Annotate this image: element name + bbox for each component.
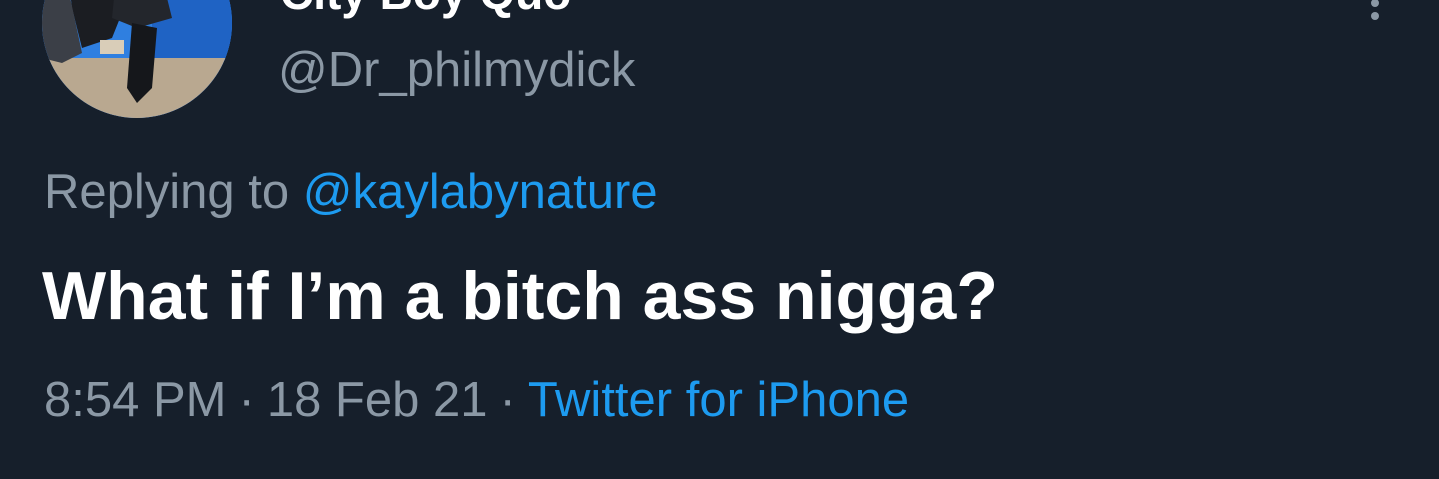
tweet-detail: City Boy Quo @Dr_philmydick Replying to … xyxy=(0,0,1439,479)
tweet-text: What if I’m a bitch ass nigga? xyxy=(42,258,998,334)
tweet-date[interactable]: 18 Feb 21 xyxy=(267,373,488,427)
replying-to-line: Replying to @kaylabynature xyxy=(44,168,658,217)
replying-to-label: Replying to xyxy=(44,165,290,219)
more-options-icon[interactable] xyxy=(1360,0,1390,20)
tweet-meta: 8:54 PM · 18 Feb 21 · Twitter for iPhone xyxy=(44,376,909,425)
user-handle[interactable]: @Dr_philmydick xyxy=(278,46,635,95)
tweet-time[interactable]: 8:54 PM xyxy=(44,373,226,427)
tweet-source-link[interactable]: Twitter for iPhone xyxy=(528,373,909,427)
meta-separator-2: · xyxy=(499,373,516,427)
display-name[interactable]: City Boy Quo xyxy=(280,0,571,16)
avatar-photo xyxy=(42,0,232,118)
profile-avatar[interactable] xyxy=(42,0,232,118)
replying-to-mention[interactable]: @kaylabynature xyxy=(303,165,658,219)
meta-separator: · xyxy=(238,373,255,427)
